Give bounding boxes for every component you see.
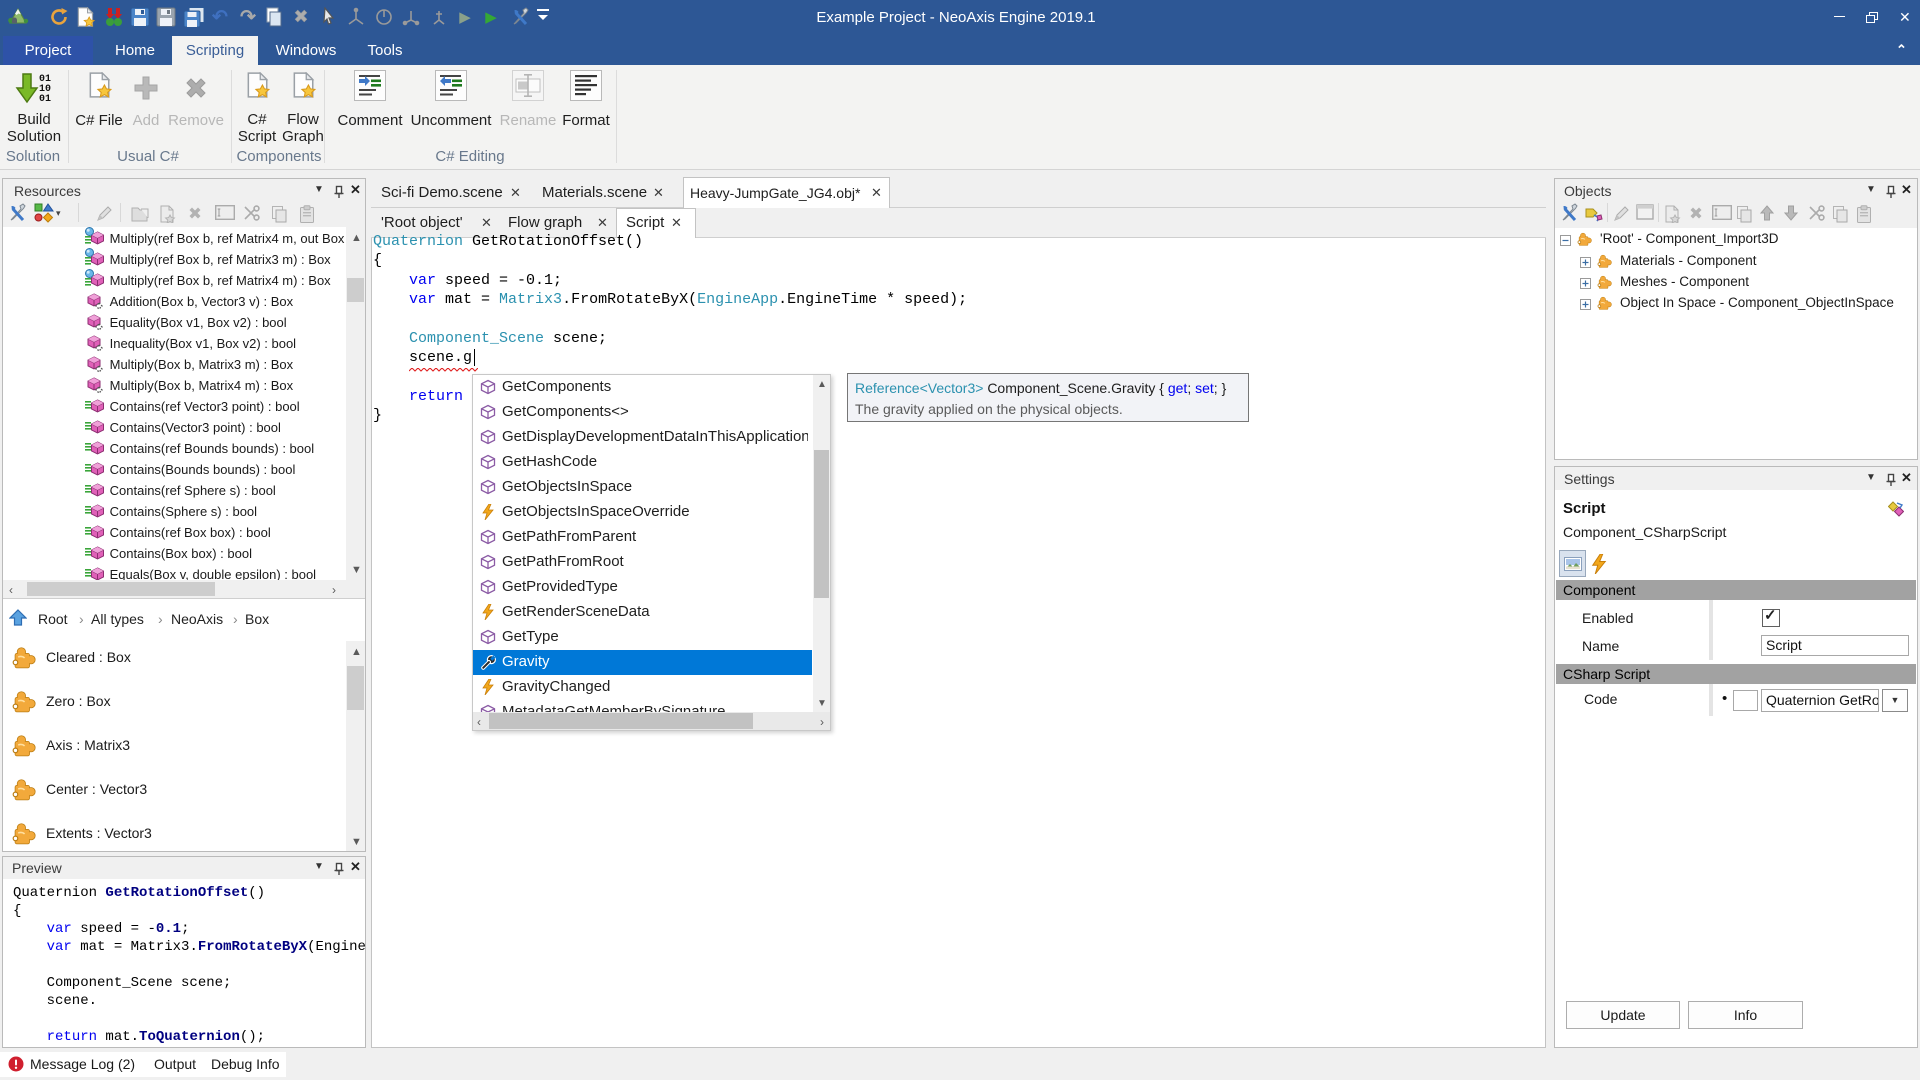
svg-text:01: 01 (39, 94, 51, 104)
